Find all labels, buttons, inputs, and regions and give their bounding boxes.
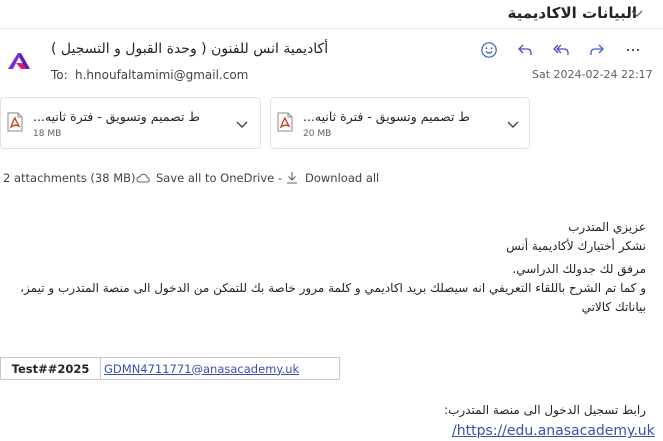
reply-all-icon[interactable]	[551, 40, 571, 60]
smile-icon[interactable]	[479, 40, 499, 60]
reply-icon[interactable]	[515, 40, 535, 60]
body-line: مرفق لك جدولك الدراسي.	[512, 262, 646, 276]
sender-name[interactable]: أكاديمية انس للفنون ( وحدة القبول و التس…	[51, 41, 328, 57]
download-all-button[interactable]: Download all	[305, 171, 379, 185]
subject-bar: البيانات الاكاديمية	[0, 0, 663, 29]
body-line: نشكر أختيارك لأكاديمية أنس	[506, 239, 646, 253]
attachment-size: 20 MB	[303, 129, 332, 139]
body-line: بياناتك كالاتي	[581, 300, 646, 314]
register-label: رابط تسجيل الدخول الى منصة المتدرب:	[444, 403, 646, 417]
register-link[interactable]: /https://edu.anasacademy.uk	[452, 423, 655, 439]
recipient-address[interactable]: h.hnoufaltamimi@gmail.com	[75, 68, 248, 82]
chevron-down-icon[interactable]	[235, 117, 249, 131]
email-cell: GDMN4711771@anasacademy.uk	[101, 358, 339, 379]
email-subject: البيانات الاكاديمية	[507, 4, 638, 22]
attachment-card[interactable]: ط تصميم وتسويق - فترة ثانيه... 18 MB	[0, 97, 261, 149]
password-cell: Test##2025	[1, 358, 101, 379]
sent-date: Sat 2024-02-24 22:17	[532, 68, 653, 81]
pdf-icon	[277, 112, 293, 132]
greeting-line: عزيزي المتدرب	[568, 220, 646, 234]
download-icon	[287, 172, 297, 184]
academic-email-link[interactable]: GDMN4711771@anasacademy.uk	[104, 362, 299, 376]
forward-icon[interactable]	[587, 40, 607, 60]
to-label: To:	[51, 68, 68, 82]
sender-logo-icon	[8, 53, 30, 69]
more-icon[interactable]	[623, 40, 643, 60]
attachment-card[interactable]: ط تصميم وتسويق - فترة ثانيه... 20 MB	[270, 97, 530, 149]
chevron-down-icon[interactable]	[506, 117, 520, 131]
pdf-icon	[7, 112, 23, 132]
attachment-count: 2 attachments (38 MB)	[3, 171, 136, 185]
save-onedrive-button[interactable]: Save all to OneDrive -	[156, 171, 282, 185]
chevron-down-icon[interactable]	[630, 6, 644, 20]
credentials-table: Test##2025 GDMN4711771@anasacademy.uk	[0, 357, 340, 380]
body-line: و كما تم الشرح باللقاء التعريفي انه سيصل…	[20, 281, 646, 295]
attachment-size: 18 MB	[33, 129, 62, 139]
cloud-icon	[136, 173, 150, 183]
attachment-name: ط تصميم وتسويق - فترة ثانيه...	[33, 109, 200, 124]
attachment-name: ط تصميم وتسويق - فترة ثانيه...	[303, 109, 470, 124]
